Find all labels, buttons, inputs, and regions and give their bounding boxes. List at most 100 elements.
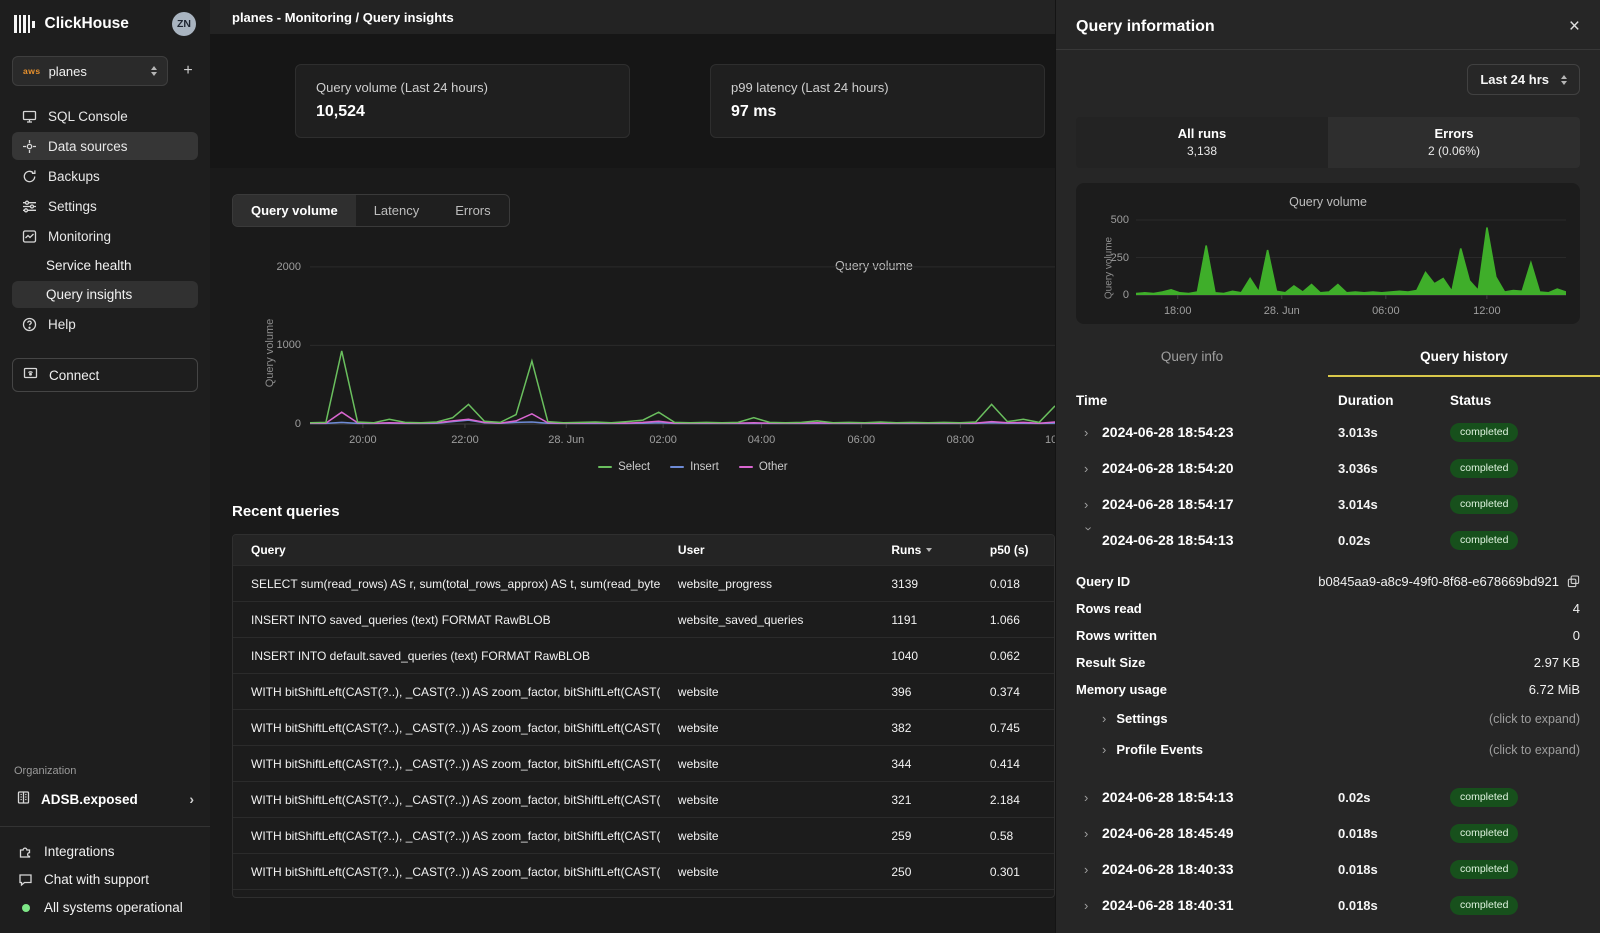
status-badge: completed bbox=[1450, 896, 1518, 915]
main-content: planes - Monitoring / Query insights Que… bbox=[210, 0, 1055, 933]
sidebar-item-sql-console[interactable]: SQL Console bbox=[12, 102, 198, 130]
tab-query-history[interactable]: Query history bbox=[1328, 340, 1600, 377]
service-name: planes bbox=[49, 64, 143, 79]
status-badge: completed bbox=[1450, 824, 1518, 843]
tab-errors[interactable]: Errors bbox=[437, 195, 508, 226]
close-icon[interactable]: × bbox=[1569, 17, 1580, 36]
sidebar-item-integrations[interactable]: Integrations bbox=[12, 839, 198, 864]
settings-expander[interactable]: › Settings (click to expand) bbox=[1076, 703, 1580, 734]
table-row[interactable]: WITH bitShiftLeft(CAST(?..), _CAST(?..))… bbox=[233, 853, 1054, 889]
nav-label: Settings bbox=[48, 199, 97, 214]
stats-band: Query volume (Last 24 hours) 10,524 p99 … bbox=[210, 34, 1055, 168]
history-row[interactable]: › 2024-06-28 18:54:17 3.014s completed bbox=[1076, 486, 1580, 522]
tab-query-volume[interactable]: Query volume bbox=[233, 195, 356, 226]
legend-item-other[interactable]: Other bbox=[739, 461, 788, 473]
status-dot-icon bbox=[22, 904, 30, 912]
add-service-button[interactable]: + bbox=[178, 62, 198, 80]
aws-icon: aws bbox=[23, 66, 41, 76]
column-header-status: Status bbox=[1450, 393, 1580, 408]
column-header-runs[interactable]: Runs bbox=[873, 543, 972, 557]
history-row[interactable]: › 2024-06-28 18:54:20 3.036s completed bbox=[1076, 450, 1580, 486]
chevron-right-icon: › bbox=[1076, 497, 1102, 512]
nav-label: Monitoring bbox=[48, 229, 111, 244]
chevron-right-icon: › bbox=[1102, 742, 1106, 757]
table-row[interactable]: WITH bitShiftLeft(CAST(?..), _CAST(?..))… bbox=[233, 745, 1054, 781]
table-row[interactable]: SELECT sum(read_rows) AS r, sum(total_ro… bbox=[233, 565, 1054, 601]
table-row[interactable]: WITH bitShiftLeft(CAST(?..), _CAST(?..))… bbox=[233, 673, 1054, 709]
copy-icon[interactable] bbox=[1567, 575, 1580, 588]
chart-plot-area: 18:0028. Jun06:0012:00 bbox=[1136, 217, 1566, 318]
integrations-icon bbox=[18, 844, 33, 859]
chart-title: Query volume bbox=[1090, 195, 1566, 209]
user-avatar[interactable]: ZN bbox=[172, 12, 196, 36]
y-axis: Query volume 0250500 bbox=[1090, 217, 1136, 318]
column-header-query: Query bbox=[233, 543, 660, 557]
history-row[interactable]: › 2024-06-28 18:40:31 0.018s completed bbox=[1076, 887, 1580, 923]
service-select[interactable]: aws planes bbox=[12, 56, 168, 86]
chevron-right-icon: › bbox=[1076, 461, 1102, 476]
legend-swatch bbox=[739, 466, 753, 469]
runs-errors-toggle: All runs 3,138 Errors 2 (0.06%) bbox=[1076, 117, 1580, 168]
query-details: Query ID b0845aa9-a8c9-49f0-8f68-e678669… bbox=[1076, 558, 1580, 767]
detail-row-query-id: Query ID b0845aa9-a8c9-49f0-8f68-e678669… bbox=[1076, 568, 1580, 595]
detail-row: Memory usage6.72 MiB bbox=[1076, 676, 1580, 703]
backups-icon bbox=[21, 168, 37, 184]
table-row[interactable]: INSERT INTO default.saved_queries (text)… bbox=[233, 637, 1054, 673]
status-badge: completed bbox=[1450, 788, 1518, 807]
history-row-expanded[interactable]: › 2024-06-28 18:54:13 0.02s completed bbox=[1076, 522, 1580, 558]
stat-value: 10,524 bbox=[316, 103, 609, 121]
stat-card-p99-latency: p99 latency (Last 24 hours) 97 ms bbox=[710, 64, 1045, 138]
x-axis: 18:0028. Jun06:0012:00 bbox=[1136, 300, 1566, 318]
status-badge: completed bbox=[1450, 860, 1518, 879]
nav-label: SQL Console bbox=[48, 109, 128, 124]
chart-legend: Select Insert Other bbox=[512, 461, 874, 473]
table-row[interactable]: WITH bitShiftLeft(CAST(?..), _CAST(?..))… bbox=[233, 781, 1054, 817]
time-range-select[interactable]: Last 24 hrs bbox=[1467, 64, 1580, 95]
sort-icon bbox=[926, 548, 932, 552]
legend-swatch bbox=[598, 466, 612, 469]
tab-query-info[interactable]: Query info bbox=[1056, 340, 1328, 377]
legend-item-insert[interactable]: Insert bbox=[670, 461, 719, 473]
sidebar-item-data-sources[interactable]: Data sources bbox=[12, 132, 198, 160]
table-row[interactable]: WITH bitShiftLeft(CAST(?..), _CAST(?..))… bbox=[233, 709, 1054, 745]
history-row[interactable]: › 2024-06-28 18:54:23 3.013s completed bbox=[1076, 414, 1580, 450]
time-range-value: Last 24 hrs bbox=[1480, 72, 1549, 87]
stat-label: Query volume (Last 24 hours) bbox=[316, 80, 609, 95]
system-status-item[interactable]: All systems operational bbox=[12, 895, 198, 920]
data-sources-icon bbox=[21, 138, 37, 154]
chevron-right-icon: › bbox=[1076, 790, 1102, 805]
sidebar-item-settings[interactable]: Settings bbox=[12, 192, 198, 220]
history-row[interactable]: › 2024-06-28 18:54:13 0.02s completed bbox=[1076, 779, 1580, 815]
sidebar-item-monitoring[interactable]: Monitoring bbox=[12, 222, 198, 250]
sidebar-item-service-health[interactable]: Service health bbox=[12, 252, 198, 279]
history-row[interactable]: › 2024-06-28 18:40:33 0.018s completed bbox=[1076, 851, 1580, 887]
table-row[interactable]: INSERT INTO saved_queries (text) FORMAT … bbox=[233, 601, 1054, 637]
table-row[interactable]: WITH bitShiftLeft(CAST(?..), _CAST(?..))… bbox=[233, 817, 1054, 853]
status-badge: completed bbox=[1450, 531, 1518, 550]
tab-latency[interactable]: Latency bbox=[356, 195, 438, 226]
recent-queries-table: Query User Runs p50 (s) SELECT sum(read_… bbox=[232, 534, 1055, 898]
organization-row[interactable]: ADSB.exposed › bbox=[12, 786, 198, 812]
sidebar-item-query-insights[interactable]: Query insights bbox=[12, 281, 198, 308]
footer-label: Chat with support bbox=[44, 872, 149, 887]
status-badge: completed bbox=[1450, 423, 1518, 442]
legend-swatch bbox=[670, 466, 684, 469]
sidebar-item-backups[interactable]: Backups bbox=[12, 162, 198, 190]
toggle-all-runs[interactable]: All runs 3,138 bbox=[1076, 117, 1328, 168]
legend-item-select[interactable]: Select bbox=[598, 461, 650, 473]
connect-button[interactable]: Connect bbox=[12, 358, 198, 392]
sidebar-nav: SQL Console Data sources Backups Setting… bbox=[12, 102, 198, 340]
nav-label: Backups bbox=[48, 169, 100, 184]
table-header-row: Query User Runs p50 (s) bbox=[233, 535, 1054, 565]
history-row[interactable]: › 2024-06-28 18:45:49 0.018s completed bbox=[1076, 815, 1580, 851]
x-axis: 20:0022:0028. Jun02:0004:0006:0008:0010:… bbox=[310, 429, 1055, 447]
panel-query-volume-chart: Query volume Query volume 0250500 18:002… bbox=[1076, 183, 1580, 324]
organization-section-label: Organization bbox=[14, 765, 196, 777]
organization-icon bbox=[16, 790, 31, 808]
toggle-errors[interactable]: Errors 2 (0.06%) bbox=[1328, 117, 1580, 168]
clickhouse-logo-icon bbox=[14, 15, 35, 33]
sidebar-item-help[interactable]: Help bbox=[12, 310, 198, 338]
sidebar-item-chat-support[interactable]: Chat with support bbox=[12, 867, 198, 892]
divider bbox=[0, 826, 210, 827]
profile-events-expander[interactable]: › Profile Events (click to expand) bbox=[1076, 734, 1580, 765]
